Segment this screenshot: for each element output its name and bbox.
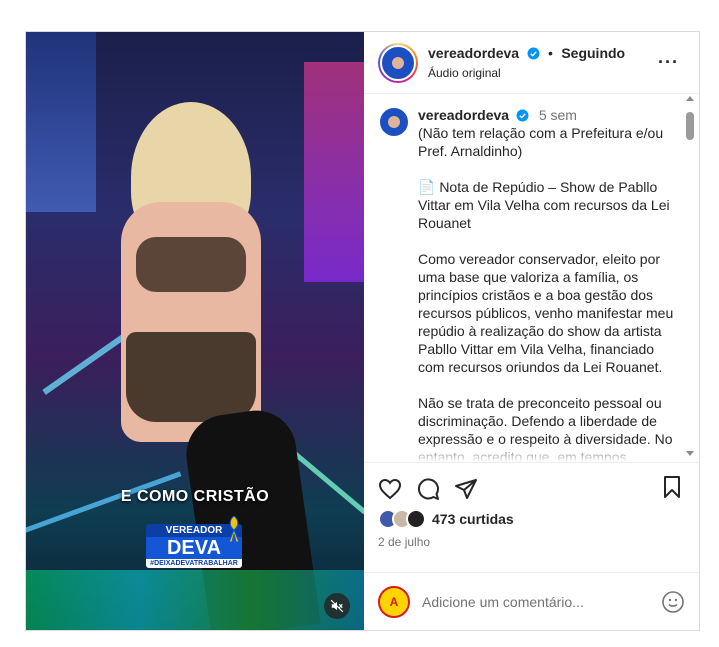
author-avatar-ring[interactable] bbox=[378, 42, 418, 83]
instagram-post: E COMO CRISTÃO VEREADOR DEVA #DEIXADEVAT… bbox=[25, 31, 700, 631]
separator-dot: • bbox=[547, 45, 553, 61]
post-sidebar: vereadordeva • Seguindo Áudio original ·… bbox=[364, 32, 699, 630]
verified-badge-icon bbox=[516, 109, 529, 122]
emoji-button[interactable] bbox=[661, 590, 685, 614]
verified-badge-icon bbox=[527, 47, 539, 60]
caption-section: vereadordeva 5 sem (Não tem relação com … bbox=[364, 94, 699, 462]
comment-bar: A bbox=[364, 572, 699, 630]
likes-count[interactable]: 473 curtidas bbox=[432, 511, 514, 527]
performer-shorts bbox=[126, 332, 256, 422]
author-username[interactable]: vereadordeva bbox=[428, 45, 519, 61]
caption: vereadordeva 5 sem (Não tem relação com … bbox=[378, 106, 685, 462]
scroll-up-arrow-icon[interactable] bbox=[686, 96, 694, 101]
comment-input[interactable] bbox=[422, 593, 661, 610]
caption-timestamp[interactable]: 5 sem bbox=[539, 107, 577, 123]
liker-avatars[interactable] bbox=[378, 509, 426, 529]
scroll-down-arrow-icon[interactable] bbox=[686, 451, 694, 456]
post-date[interactable]: 2 de julho bbox=[378, 535, 685, 549]
video-caption-overlay: E COMO CRISTÃO bbox=[120, 488, 270, 505]
avatar-face bbox=[392, 56, 404, 69]
following-button[interactable]: Seguindo bbox=[561, 45, 625, 61]
caption-scrollbar[interactable] bbox=[685, 94, 695, 462]
vereador-deva-logo: VEREADOR DEVA #DEIXADEVATRABALHAR bbox=[146, 516, 242, 574]
caption-username[interactable]: vereadordeva bbox=[418, 107, 509, 123]
avatar bbox=[406, 509, 426, 529]
caption-body: vereadordeva 5 sem (Não tem relação com … bbox=[418, 106, 678, 462]
stage-screen-left bbox=[26, 32, 96, 212]
post-header: vereadordeva • Seguindo Áudio original ·… bbox=[364, 32, 699, 94]
heart-icon bbox=[378, 478, 402, 500]
avatar bbox=[380, 44, 416, 81]
post-actions: 473 curtidas 2 de julho bbox=[364, 462, 699, 572]
emoji-icon bbox=[662, 590, 684, 613]
scrollbar-thumb[interactable] bbox=[686, 112, 694, 140]
post-video[interactable]: E COMO CRISTÃO VEREADOR DEVA #DEIXADEVAT… bbox=[26, 32, 364, 630]
speaker-muted-icon bbox=[330, 599, 344, 613]
more-options-button[interactable]: ··· bbox=[658, 52, 679, 73]
awareness-ribbon-icon bbox=[228, 516, 240, 542]
avatar[interactable] bbox=[378, 106, 410, 138]
caption-paragraph: (Não tem relação com a Prefeitura e/ou P… bbox=[418, 125, 664, 159]
caption-paragraph: 📄 Nota de Repúdio – Show de Pabllo Vitta… bbox=[418, 179, 670, 231]
action-icons bbox=[378, 475, 685, 503]
comment-button[interactable] bbox=[416, 477, 440, 501]
header-text: vereadordeva • Seguindo Áudio original bbox=[428, 45, 625, 80]
share-icon bbox=[455, 479, 477, 499]
avatar-face bbox=[388, 116, 400, 128]
bookmark-icon bbox=[664, 476, 680, 498]
save-button[interactable] bbox=[661, 475, 683, 504]
original-audio-link[interactable]: Áudio original bbox=[428, 66, 625, 80]
likes-row: 473 curtidas bbox=[378, 509, 685, 529]
comment-icon bbox=[417, 478, 439, 500]
stage-screen-right bbox=[304, 62, 364, 282]
caption-paragraph: Como vereador conservador, eleito por um… bbox=[418, 251, 674, 375]
performer-top bbox=[136, 237, 246, 292]
avatar[interactable]: A bbox=[378, 585, 410, 618]
stage-floor-lights bbox=[26, 570, 364, 630]
share-button[interactable] bbox=[454, 477, 478, 501]
caption-fade bbox=[364, 442, 699, 462]
like-button[interactable] bbox=[378, 477, 402, 501]
mute-button[interactable] bbox=[324, 593, 350, 619]
avatar-initial: A bbox=[389, 594, 399, 609]
logo-hashtag: #DEIXADEVATRABALHAR bbox=[146, 559, 242, 568]
